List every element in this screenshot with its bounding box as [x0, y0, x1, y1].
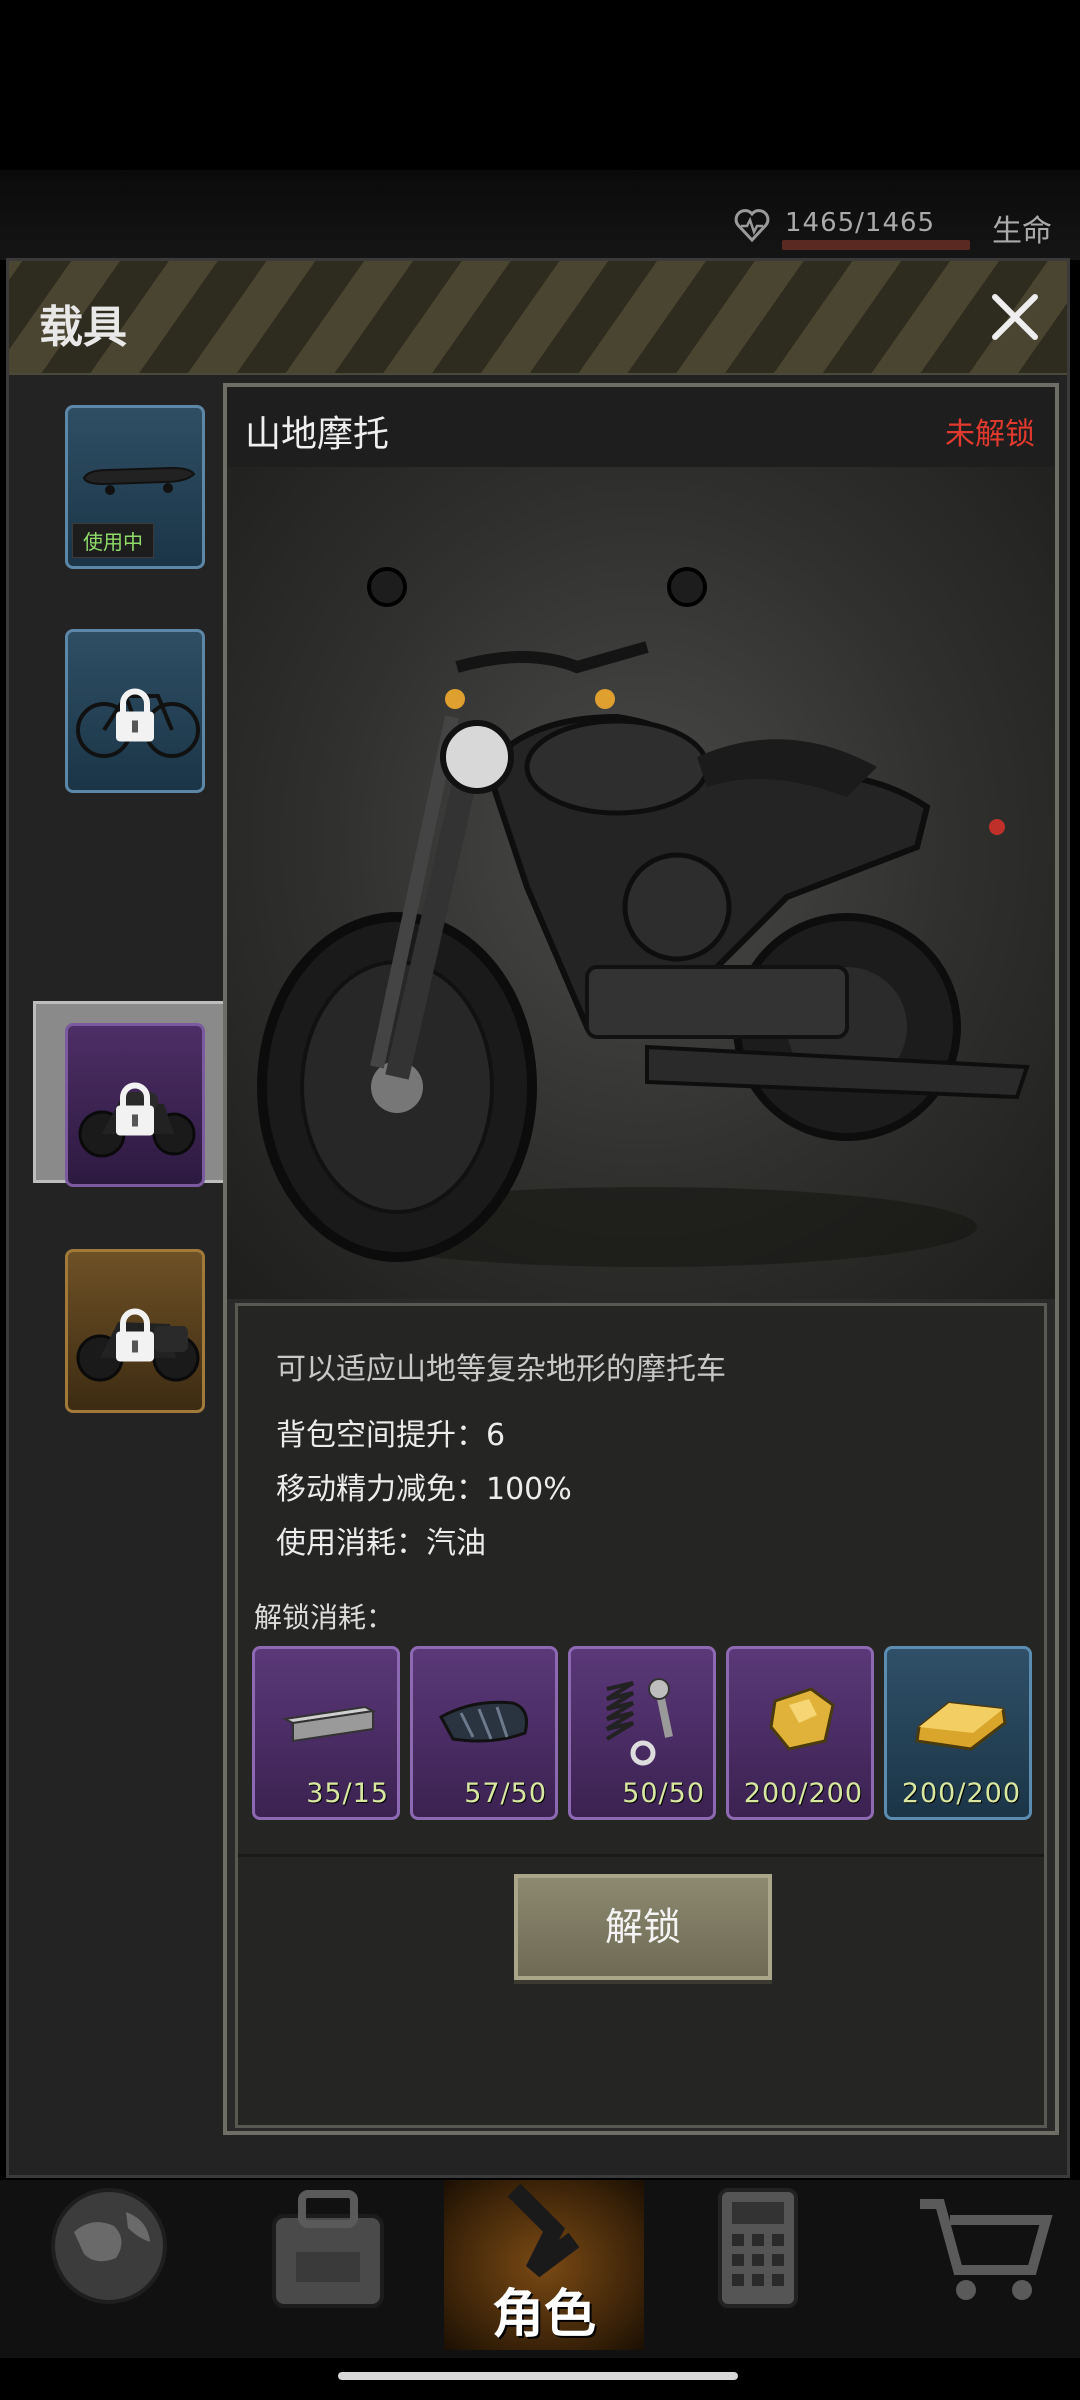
- hp-text: 1465/1465: [785, 208, 936, 238]
- lock-icon: [116, 688, 154, 742]
- resource-spring-bolt[interactable]: 50/50: [568, 1646, 716, 1820]
- gold-bar-icon: [915, 1701, 1007, 1751]
- lock-icon: [116, 1082, 154, 1136]
- resource-gold-nugget[interactable]: 200/200: [726, 1646, 874, 1820]
- resource-count: 35/15: [306, 1778, 389, 1809]
- nav-role-tab[interactable]: 角色: [444, 2180, 644, 2350]
- divider: [238, 1854, 1044, 1857]
- stat-stamina: 移动精力减免：100%: [276, 1472, 572, 1507]
- resource-count: 200/200: [743, 1778, 863, 1809]
- resource-count: 200/200: [901, 1778, 1021, 1809]
- vehicle-modal: 载具 使用中 山地摩托 未解锁 可以适应山地等复杂地形的摩托车 背包空间提升：6…: [6, 258, 1070, 2178]
- world-map-icon[interactable]: [44, 2180, 194, 2350]
- resource-rubber-sheet[interactable]: 57/50: [410, 1646, 558, 1820]
- heart-icon: [734, 209, 770, 243]
- gold-nugget-icon: [769, 1687, 835, 1751]
- vehicle-detail-panel: 山地摩托 未解锁 可以适应山地等复杂地形的摩托车 背包空间提升：6 移动精力减免…: [223, 383, 1059, 2135]
- vehicle-name: 山地摩托: [245, 414, 390, 455]
- unlock-button[interactable]: 解锁: [514, 1874, 772, 1980]
- calculator-icon[interactable]: [696, 2180, 846, 2350]
- lock-icon: [116, 1308, 154, 1362]
- vehicle-item-skateboard[interactable]: 使用中: [65, 405, 205, 569]
- resource-steel-beam[interactable]: 35/15: [252, 1646, 400, 1820]
- unlock-cost-label: 解锁消耗：: [254, 1601, 395, 1634]
- resource-gold-bar[interactable]: 200/200: [884, 1646, 1032, 1820]
- vehicle-description: 可以适应山地等复杂地形的摩托车: [276, 1352, 726, 1387]
- in-use-badge: 使用中: [72, 523, 154, 558]
- modal-title: 载具: [39, 302, 127, 353]
- backpack-icon[interactable]: [262, 2180, 412, 2350]
- motorcycle-illustration: [257, 567, 1030, 1267]
- stat-consumption: 使用消耗：汽油: [276, 1526, 486, 1561]
- hp-bar: [782, 240, 970, 250]
- life-label: 生命: [992, 214, 1052, 249]
- rubber-sheet-icon: [438, 1700, 528, 1743]
- vehicle-list: 使用中: [23, 389, 233, 2159]
- vehicle-item-mountain-motorcycle[interactable]: [65, 1023, 205, 1187]
- resource-count: 57/50: [464, 1778, 547, 1809]
- shop-cart-icon[interactable]: [910, 2180, 1060, 2350]
- close-icon[interactable]: [983, 285, 1047, 349]
- info-box: 可以适应山地等复杂地形的摩托车 背包空间提升：6 移动精力减免：100% 使用消…: [235, 1303, 1047, 2128]
- vehicle-item-bicycle[interactable]: [65, 629, 205, 793]
- bottom-nav: 角色: [0, 2180, 1080, 2358]
- modal-header: 载具: [9, 261, 1067, 375]
- spring-bolt-icon: [605, 1678, 673, 1766]
- nav-role-label: 角色: [491, 2285, 596, 2345]
- steel-beam-icon: [281, 1705, 377, 1743]
- vehicle-preview: [227, 467, 1055, 1299]
- home-indicator[interactable]: [338, 2372, 738, 2380]
- lock-status: 未解锁: [945, 417, 1035, 452]
- stat-backpack: 背包空间提升：6: [276, 1418, 506, 1453]
- vehicle-item-cruiser-motorcycle[interactable]: [65, 1249, 205, 1413]
- resource-count: 50/50: [622, 1778, 705, 1809]
